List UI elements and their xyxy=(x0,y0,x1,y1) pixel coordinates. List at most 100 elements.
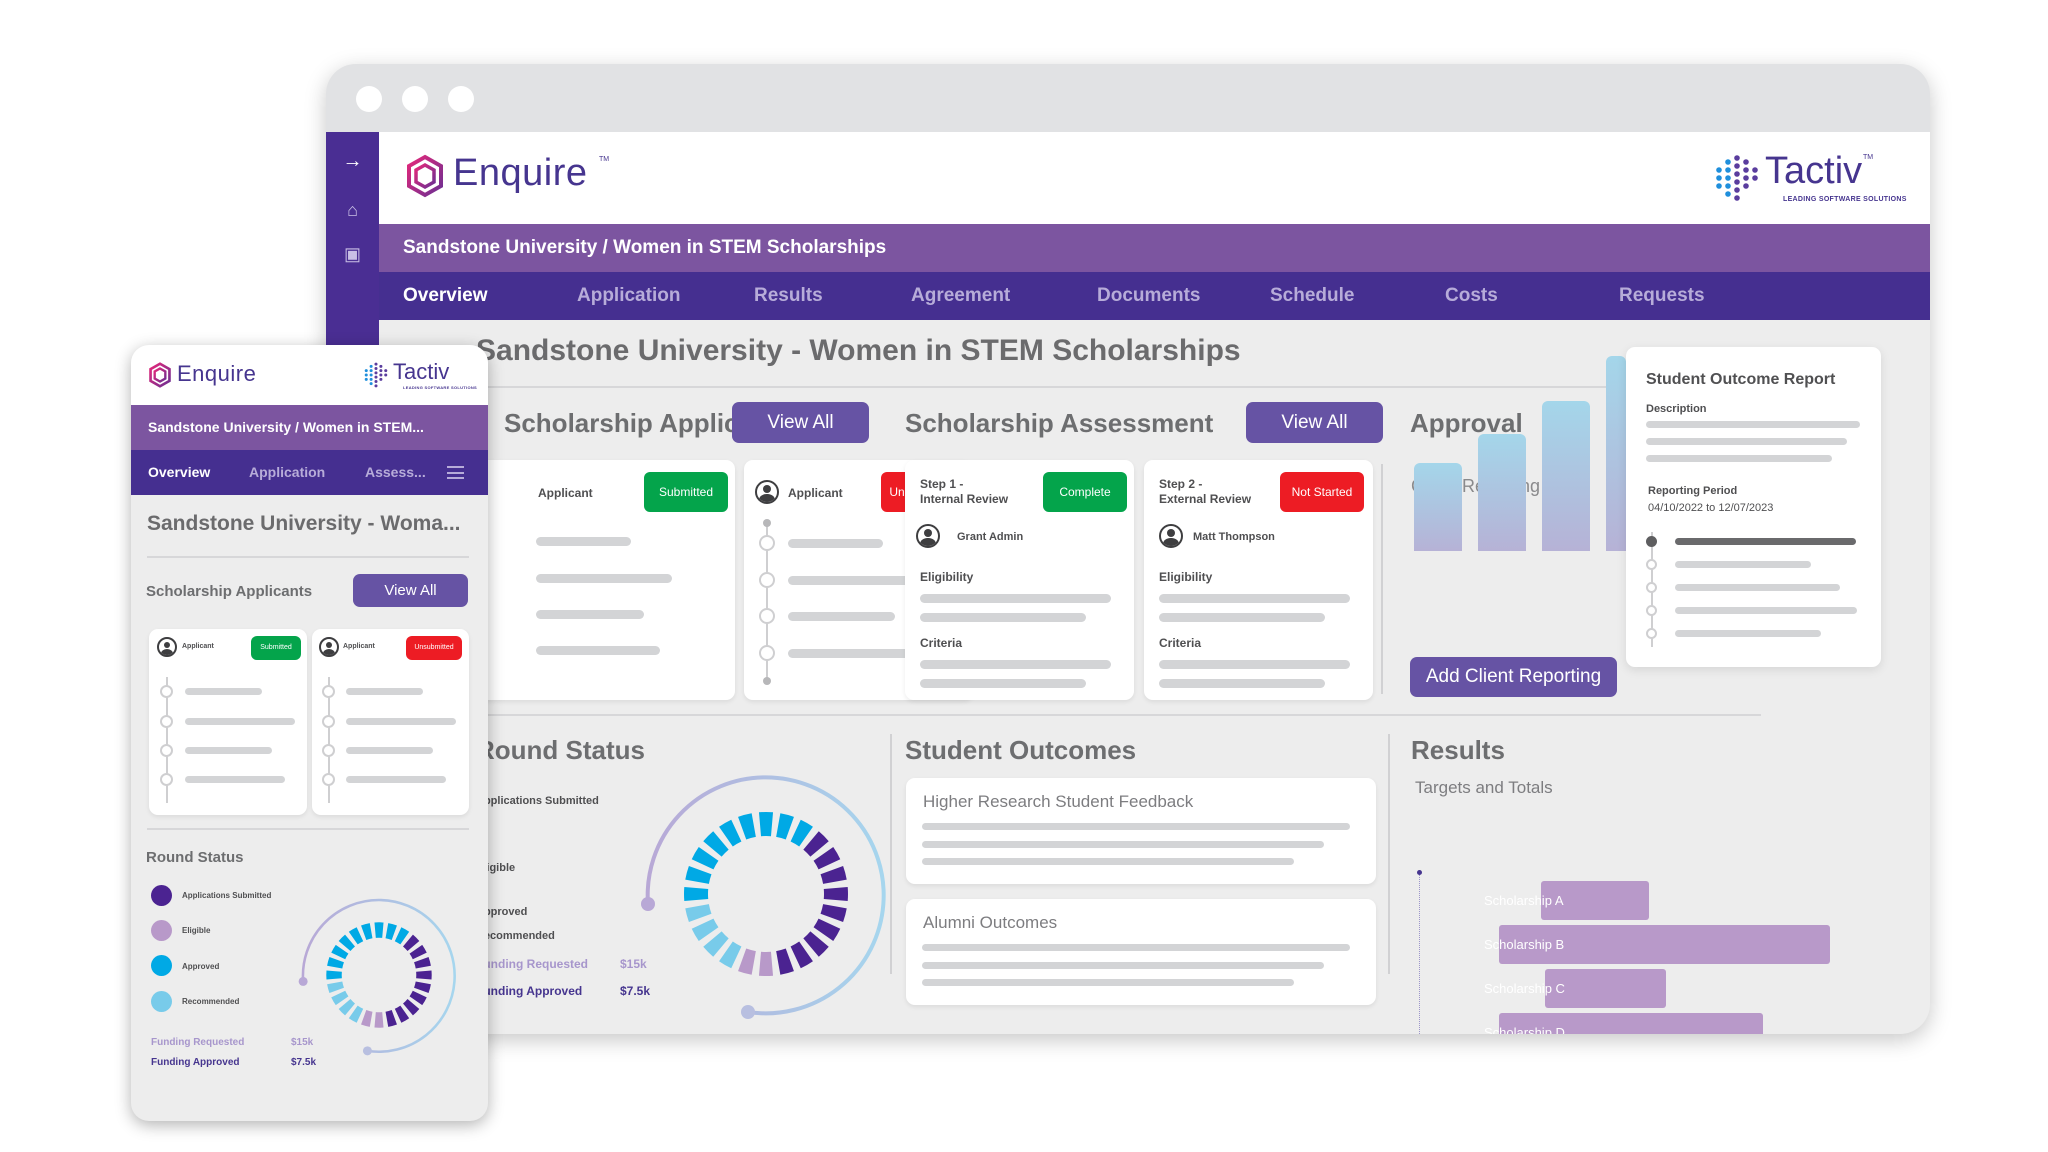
tab-application[interactable]: Application xyxy=(577,272,680,320)
tab-documents[interactable]: Documents xyxy=(1097,272,1200,320)
logo-dot xyxy=(1725,167,1731,173)
logo-dot xyxy=(374,362,378,366)
window-minimize-button[interactable] xyxy=(402,86,428,112)
logo-dot xyxy=(1734,187,1740,193)
results-bar: Scholarship D xyxy=(1484,1013,1763,1034)
mobile-page-title: Sandstone University - Woma... xyxy=(147,512,461,535)
logo-dot xyxy=(364,369,368,373)
logo-dot xyxy=(369,377,373,381)
window-close-button[interactable] xyxy=(356,86,382,112)
student-outcomes-section-title: Student Outcomes xyxy=(905,735,1137,765)
tab-agreement[interactable]: Agreement xyxy=(911,272,1010,320)
tab-results[interactable]: Results xyxy=(754,272,823,320)
donut-segment-approved xyxy=(374,922,384,938)
placeholder-line xyxy=(1646,455,1832,462)
legend-eligible: Eligible xyxy=(182,926,211,935)
outcome-card[interactable]: Alumni Outcomes xyxy=(906,899,1376,1005)
placeholder-line xyxy=(1159,679,1325,688)
mobile-view-all-button[interactable]: View All xyxy=(353,574,468,607)
user-avatar-icon xyxy=(916,524,940,548)
placeholder-line xyxy=(536,610,644,619)
legend-dot-recommended xyxy=(151,991,172,1012)
results-section-title: Results xyxy=(1411,735,1505,765)
legend-dot-applications-submitted xyxy=(151,885,172,906)
window-maximize-button[interactable] xyxy=(448,86,474,112)
donut-segment-applications-submitted xyxy=(803,931,829,957)
breadcrumb[interactable]: Sandstone University / Women in STEM Sch… xyxy=(379,224,1930,272)
logo-dot xyxy=(1725,183,1731,189)
donut-segment-applications-submitted xyxy=(385,1010,397,1027)
mobile-applicant-card[interactable]: Applicant Submitted xyxy=(149,629,307,815)
logo-dot xyxy=(374,384,378,388)
applicants-view-all-button[interactable]: View All xyxy=(732,402,869,443)
donut-segment-recommended xyxy=(338,999,355,1016)
results-bar-label: Scholarship D xyxy=(1484,1025,1565,1034)
client-reporting-bar xyxy=(1606,356,1626,551)
mobile-applicant-card[interactable]: Applicant Unsubmitted xyxy=(312,629,469,815)
section-label-eligibility: Eligibility xyxy=(920,570,974,584)
desktop-browser-window: → ⌂ ▣ Enquire TM Tactiv TM LEADING SOFTW… xyxy=(326,64,1930,1034)
main-tab-bar: Overview Application Results Agreement D… xyxy=(379,272,1930,320)
donut-segment-recommended xyxy=(703,931,729,957)
funding-approved-label: Funding Approved xyxy=(151,1057,240,1068)
funding-approved-label: Funding Approved xyxy=(476,984,583,998)
tab-schedule[interactable]: Schedule xyxy=(1270,272,1354,320)
timeline-node xyxy=(160,685,173,698)
app-header: Enquire TM Tactiv TM LEADING SOFTWARE SO… xyxy=(379,132,1930,224)
logo-dot xyxy=(1725,191,1731,197)
contact-card-icon[interactable]: ▣ xyxy=(326,244,379,265)
logo-dot xyxy=(374,379,378,384)
section-label-criteria: Criteria xyxy=(1159,636,1202,650)
tab-assessment[interactable]: Assess... xyxy=(365,450,426,495)
add-client-reporting-button[interactable]: Add Client Reporting xyxy=(1410,657,1617,697)
logo-dot xyxy=(379,364,383,368)
trademark: TM xyxy=(1863,154,1874,161)
arrow-right-icon[interactable]: → xyxy=(326,150,379,173)
divider xyxy=(890,734,892,974)
results-bar-label: Scholarship B xyxy=(1484,937,1565,952)
browser-title-bar xyxy=(326,64,1930,132)
assessment-step-card[interactable]: Step 1 - Internal Review Complete Grant … xyxy=(905,460,1134,700)
tab-overview[interactable]: Overview xyxy=(148,450,210,495)
mobile-breadcrumb[interactable]: Sandstone University / Women in STEM... xyxy=(131,405,488,450)
tab-requests[interactable]: Requests xyxy=(1619,272,1705,320)
assessment-step-card[interactable]: Step 2 - External Review Not Started Mat… xyxy=(1144,460,1373,700)
section-label-eligibility: Eligibility xyxy=(1159,570,1213,584)
enquire-logo-icon xyxy=(407,154,443,198)
results-bar-label: Scholarship A xyxy=(1484,893,1564,908)
donut-segment-recommended xyxy=(685,904,712,922)
logo-dot xyxy=(1743,167,1749,173)
placeholder-line xyxy=(788,539,883,548)
timeline-node xyxy=(759,572,775,588)
hamburger-menu-icon[interactable] xyxy=(447,466,464,479)
mobile-applicants-title: Scholarship Applicants xyxy=(146,583,313,600)
logo-dot xyxy=(364,373,368,377)
tab-overview[interactable]: Overview xyxy=(403,272,488,320)
placeholder-line xyxy=(185,688,262,695)
description-label: Description xyxy=(1646,403,1707,415)
donut-segment-eligible xyxy=(738,948,756,975)
placeholder-line xyxy=(346,718,456,725)
tab-costs[interactable]: Costs xyxy=(1445,272,1498,320)
status-badge-submitted: Submitted xyxy=(644,472,728,512)
donut-segment-approved xyxy=(758,812,774,837)
timeline-node xyxy=(160,715,173,728)
applicant-card[interactable]: Applicant Submitted xyxy=(476,460,735,700)
mobile-tab-bar: Overview Application Assess... xyxy=(131,450,488,495)
student-outcome-report-popup[interactable]: Student Outcome Report Description Repor… xyxy=(1626,347,1881,667)
logo-dot xyxy=(1734,163,1740,169)
outcome-card[interactable]: Higher Research Student Feedback xyxy=(906,778,1376,884)
trademark: TM xyxy=(599,156,610,163)
home-icon[interactable]: ⌂ xyxy=(326,200,379,221)
arc-end-knob xyxy=(362,1046,372,1056)
y-axis-end-dot xyxy=(1417,870,1422,875)
assessment-view-all-button[interactable]: View All xyxy=(1246,402,1383,443)
placeholder-line xyxy=(920,679,1086,688)
assessment-section-title: Scholarship Assessment xyxy=(905,408,1214,438)
step-name: Internal Review xyxy=(920,492,1009,506)
donut-segment-approved xyxy=(776,813,794,840)
tab-application[interactable]: Application xyxy=(249,450,325,495)
placeholder-line xyxy=(922,823,1350,830)
outcome-card-title: Higher Research Student Feedback xyxy=(923,792,1194,811)
outcome-card-title: Alumni Outcomes xyxy=(923,913,1058,932)
